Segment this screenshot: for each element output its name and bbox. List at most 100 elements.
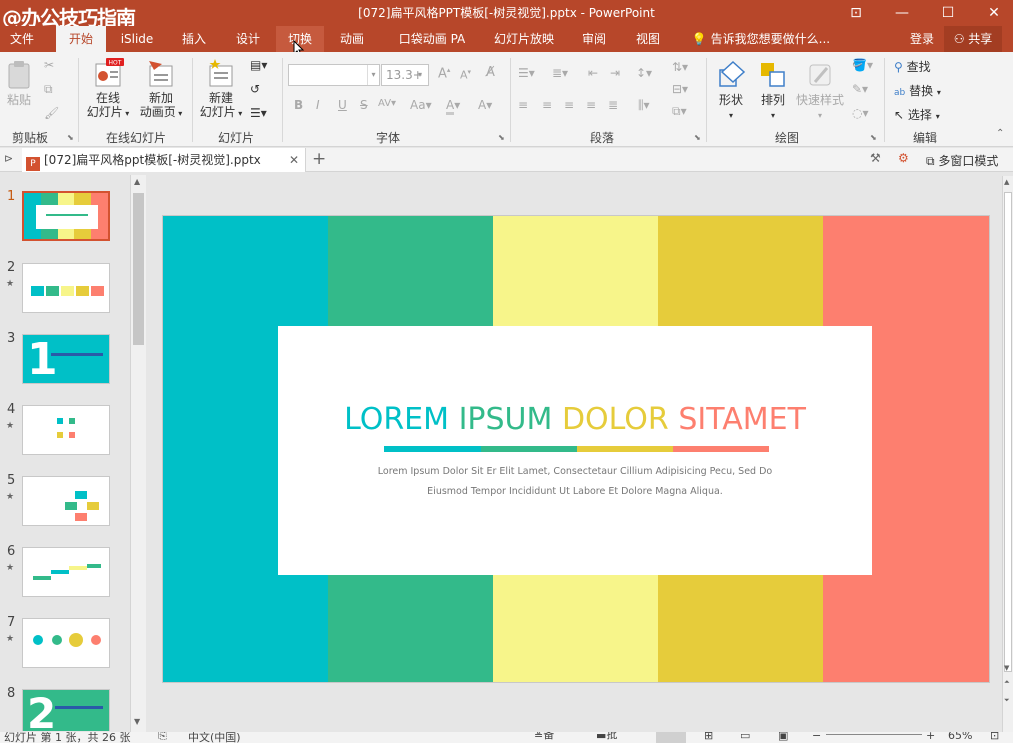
slide-sorter-icon[interactable]: ⊞ (704, 732, 713, 742)
scroll-up-icon[interactable]: ▲ (1004, 178, 1009, 186)
char-spacing-button[interactable]: AV▾ (378, 98, 396, 109)
font-size-input[interactable]: 13.3+ ▾ (381, 64, 429, 86)
columns-icon[interactable]: ⫼▾ (638, 98, 650, 113)
grow-font-button[interactable]: A▴ (438, 66, 450, 81)
change-case-button[interactable]: Aa▾ (410, 98, 432, 112)
close-tab-icon[interactable]: ✕ (289, 148, 299, 172)
bullets-icon[interactable]: ☰▾ (518, 66, 535, 80)
online-slides-button[interactable]: HOT 在线 幻灯片 ▾ (84, 58, 132, 121)
font-name-input[interactable]: ▾ (288, 64, 380, 86)
slide-thumbnail-1[interactable] (22, 191, 110, 241)
format-painter-icon[interactable]: 🖌 (44, 106, 59, 120)
minimize-button[interactable]: — (879, 0, 925, 26)
shape-effects-icon[interactable]: ◌▾ (852, 106, 869, 120)
section-icon[interactable]: ☰▾ (250, 106, 267, 120)
smartart-icon[interactable]: ⧉▾ (672, 104, 687, 119)
font-name-dropdown-icon[interactable]: ▾ (367, 65, 379, 85)
clear-formatting-icon[interactable]: A̸ (486, 65, 495, 80)
document-tab[interactable]: P [072]扁平风格ppt模板[-树灵视觉].pptx ✕ (22, 148, 306, 172)
reading-view-icon[interactable]: ▭ (740, 732, 750, 742)
increase-indent-icon[interactable]: ⇥ (610, 66, 620, 80)
slide-thumbnail-3[interactable]: 1 (22, 334, 110, 384)
tab-menu-icon[interactable]: ⊳ (4, 152, 13, 165)
share-button[interactable]: ⚇ 共享 (944, 26, 1002, 52)
font-color-button[interactable]: A▾ (446, 98, 460, 115)
underline-button[interactable]: U (338, 98, 347, 112)
shape-fill-icon[interactable]: 🪣▾ (852, 58, 873, 72)
zoom-level[interactable]: 65% (948, 732, 972, 742)
shapes-button[interactable]: 形状 ▾ (712, 60, 750, 123)
layout-icon[interactable]: ▤▾ (250, 58, 267, 72)
quick-styles-button[interactable]: 快速样式 ▾ (794, 60, 846, 123)
login-button[interactable]: 登录 (900, 26, 944, 52)
slide-thumbnail-5[interactable] (22, 476, 110, 526)
thumbnails-scroll-thumb[interactable] (133, 193, 144, 345)
normal-view-button[interactable] (656, 732, 686, 743)
numbering-icon[interactable]: ≣▾ (552, 66, 568, 80)
clipboard-launcher-icon[interactable]: ⬊ (67, 133, 74, 142)
arrange-button[interactable]: 排列 ▾ (756, 60, 790, 123)
bold-button[interactable]: B (294, 98, 303, 112)
current-slide[interactable]: LOREM IPSUM DOLOR SITAMET Lorem Ipsum Do… (163, 216, 989, 682)
align-left-icon[interactable]: ≡ (518, 98, 528, 112)
tab-home[interactable]: 开始 (56, 26, 106, 52)
italic-button[interactable]: I (316, 98, 320, 112)
replace-button[interactable]: ab 替换 ▾ (894, 82, 941, 99)
slide-headline[interactable]: LOREM IPSUM DOLOR SITAMET (278, 402, 872, 437)
title-card[interactable]: LOREM IPSUM DOLOR SITAMET Lorem Ipsum Do… (278, 326, 872, 575)
comments-button[interactable]: ▬ 批注 (596, 732, 617, 742)
scroll-down-icon[interactable]: ▼ (134, 717, 140, 726)
font-size-dropdown-icon[interactable]: ▾ (418, 65, 428, 85)
align-text-icon[interactable]: ⊟▾ (672, 82, 688, 96)
slide-thumbnail-8[interactable]: 2 (22, 689, 110, 731)
previous-slide-icon[interactable]: ⏶ (1004, 678, 1010, 687)
tell-me-search[interactable]: 💡 告诉我您想要做什么... (686, 26, 836, 52)
maximize-button[interactable]: ☐ (925, 0, 971, 26)
tab-slideshow[interactable]: 幻灯片放映 (486, 26, 562, 52)
strikethrough-button[interactable]: S (360, 98, 368, 112)
notes-button[interactable]: ≜ 备注 (534, 732, 554, 742)
copy-icon[interactable]: ⧉ (44, 82, 53, 97)
paragraph-launcher-icon[interactable]: ⬊ (694, 133, 701, 142)
thumbnails-scrollbar[interactable]: ▲ ▼ (130, 175, 146, 732)
fit-slide-icon[interactable]: ⊡ (990, 732, 999, 742)
slide-thumbnail-6[interactable] (22, 547, 110, 597)
line-spacing-icon[interactable]: ↕▾ (636, 66, 652, 80)
tab-file[interactable]: 文件 (0, 26, 44, 52)
canvas-scroll-thumb[interactable] (1004, 192, 1012, 672)
slide-thumbnail-4[interactable] (22, 405, 110, 455)
drawing-launcher-icon[interactable]: ⬊ (870, 133, 877, 142)
reset-icon[interactable]: ↺ (250, 82, 260, 96)
ribbon-display-options-button[interactable]: ⊡ (833, 0, 879, 26)
scroll-up-icon[interactable]: ▲ (134, 177, 140, 186)
new-animation-page-button[interactable]: 新加 动画页 ▾ (138, 58, 184, 121)
shrink-font-button[interactable]: A▾ (460, 68, 471, 82)
collapse-ribbon-icon[interactable]: ⌃ (996, 128, 1004, 139)
justify-icon[interactable]: ≡ (586, 98, 596, 112)
spellcheck-icon[interactable]: ⎘ (158, 732, 167, 743)
tab-animations[interactable]: 动画 (330, 26, 374, 52)
tab-insert[interactable]: 插入 (172, 26, 216, 52)
cut-icon[interactable]: ✂ (44, 58, 54, 72)
settings-gear-icon[interactable]: ⚙ (898, 151, 909, 165)
align-right-icon[interactable]: ≡ (564, 98, 574, 112)
slide-thumbnail-7[interactable] (22, 618, 110, 668)
find-button[interactable]: ⚲ 查找 (894, 58, 931, 75)
slideshow-icon[interactable]: ▣ (778, 732, 788, 742)
new-tab-icon[interactable]: + (312, 149, 326, 169)
paste-button[interactable]: 粘贴 (4, 60, 34, 107)
zoom-in-icon[interactable]: + (926, 732, 935, 742)
tab-design[interactable]: 设计 (226, 26, 270, 52)
decrease-indent-icon[interactable]: ⇤ (588, 66, 598, 80)
scroll-down-icon[interactable]: ▼ (1004, 664, 1009, 672)
select-button[interactable]: ↖ 选择 ▾ (894, 106, 940, 123)
new-slide-button[interactable]: 新建 幻灯片 ▾ (196, 58, 246, 121)
multi-window-button[interactable]: ⧉ 多窗口模式 (926, 152, 998, 169)
font-launcher-icon[interactable]: ⬊ (498, 133, 505, 142)
distribute-icon[interactable]: ≣ (608, 98, 618, 112)
shape-outline-icon[interactable]: ✎▾ (852, 82, 868, 96)
pin-icon[interactable]: ⚒ (870, 151, 881, 165)
close-button[interactable]: ✕ (971, 0, 1013, 26)
tab-view[interactable]: 视图 (626, 26, 670, 52)
language-status[interactable]: 中文(中国) (188, 732, 241, 743)
